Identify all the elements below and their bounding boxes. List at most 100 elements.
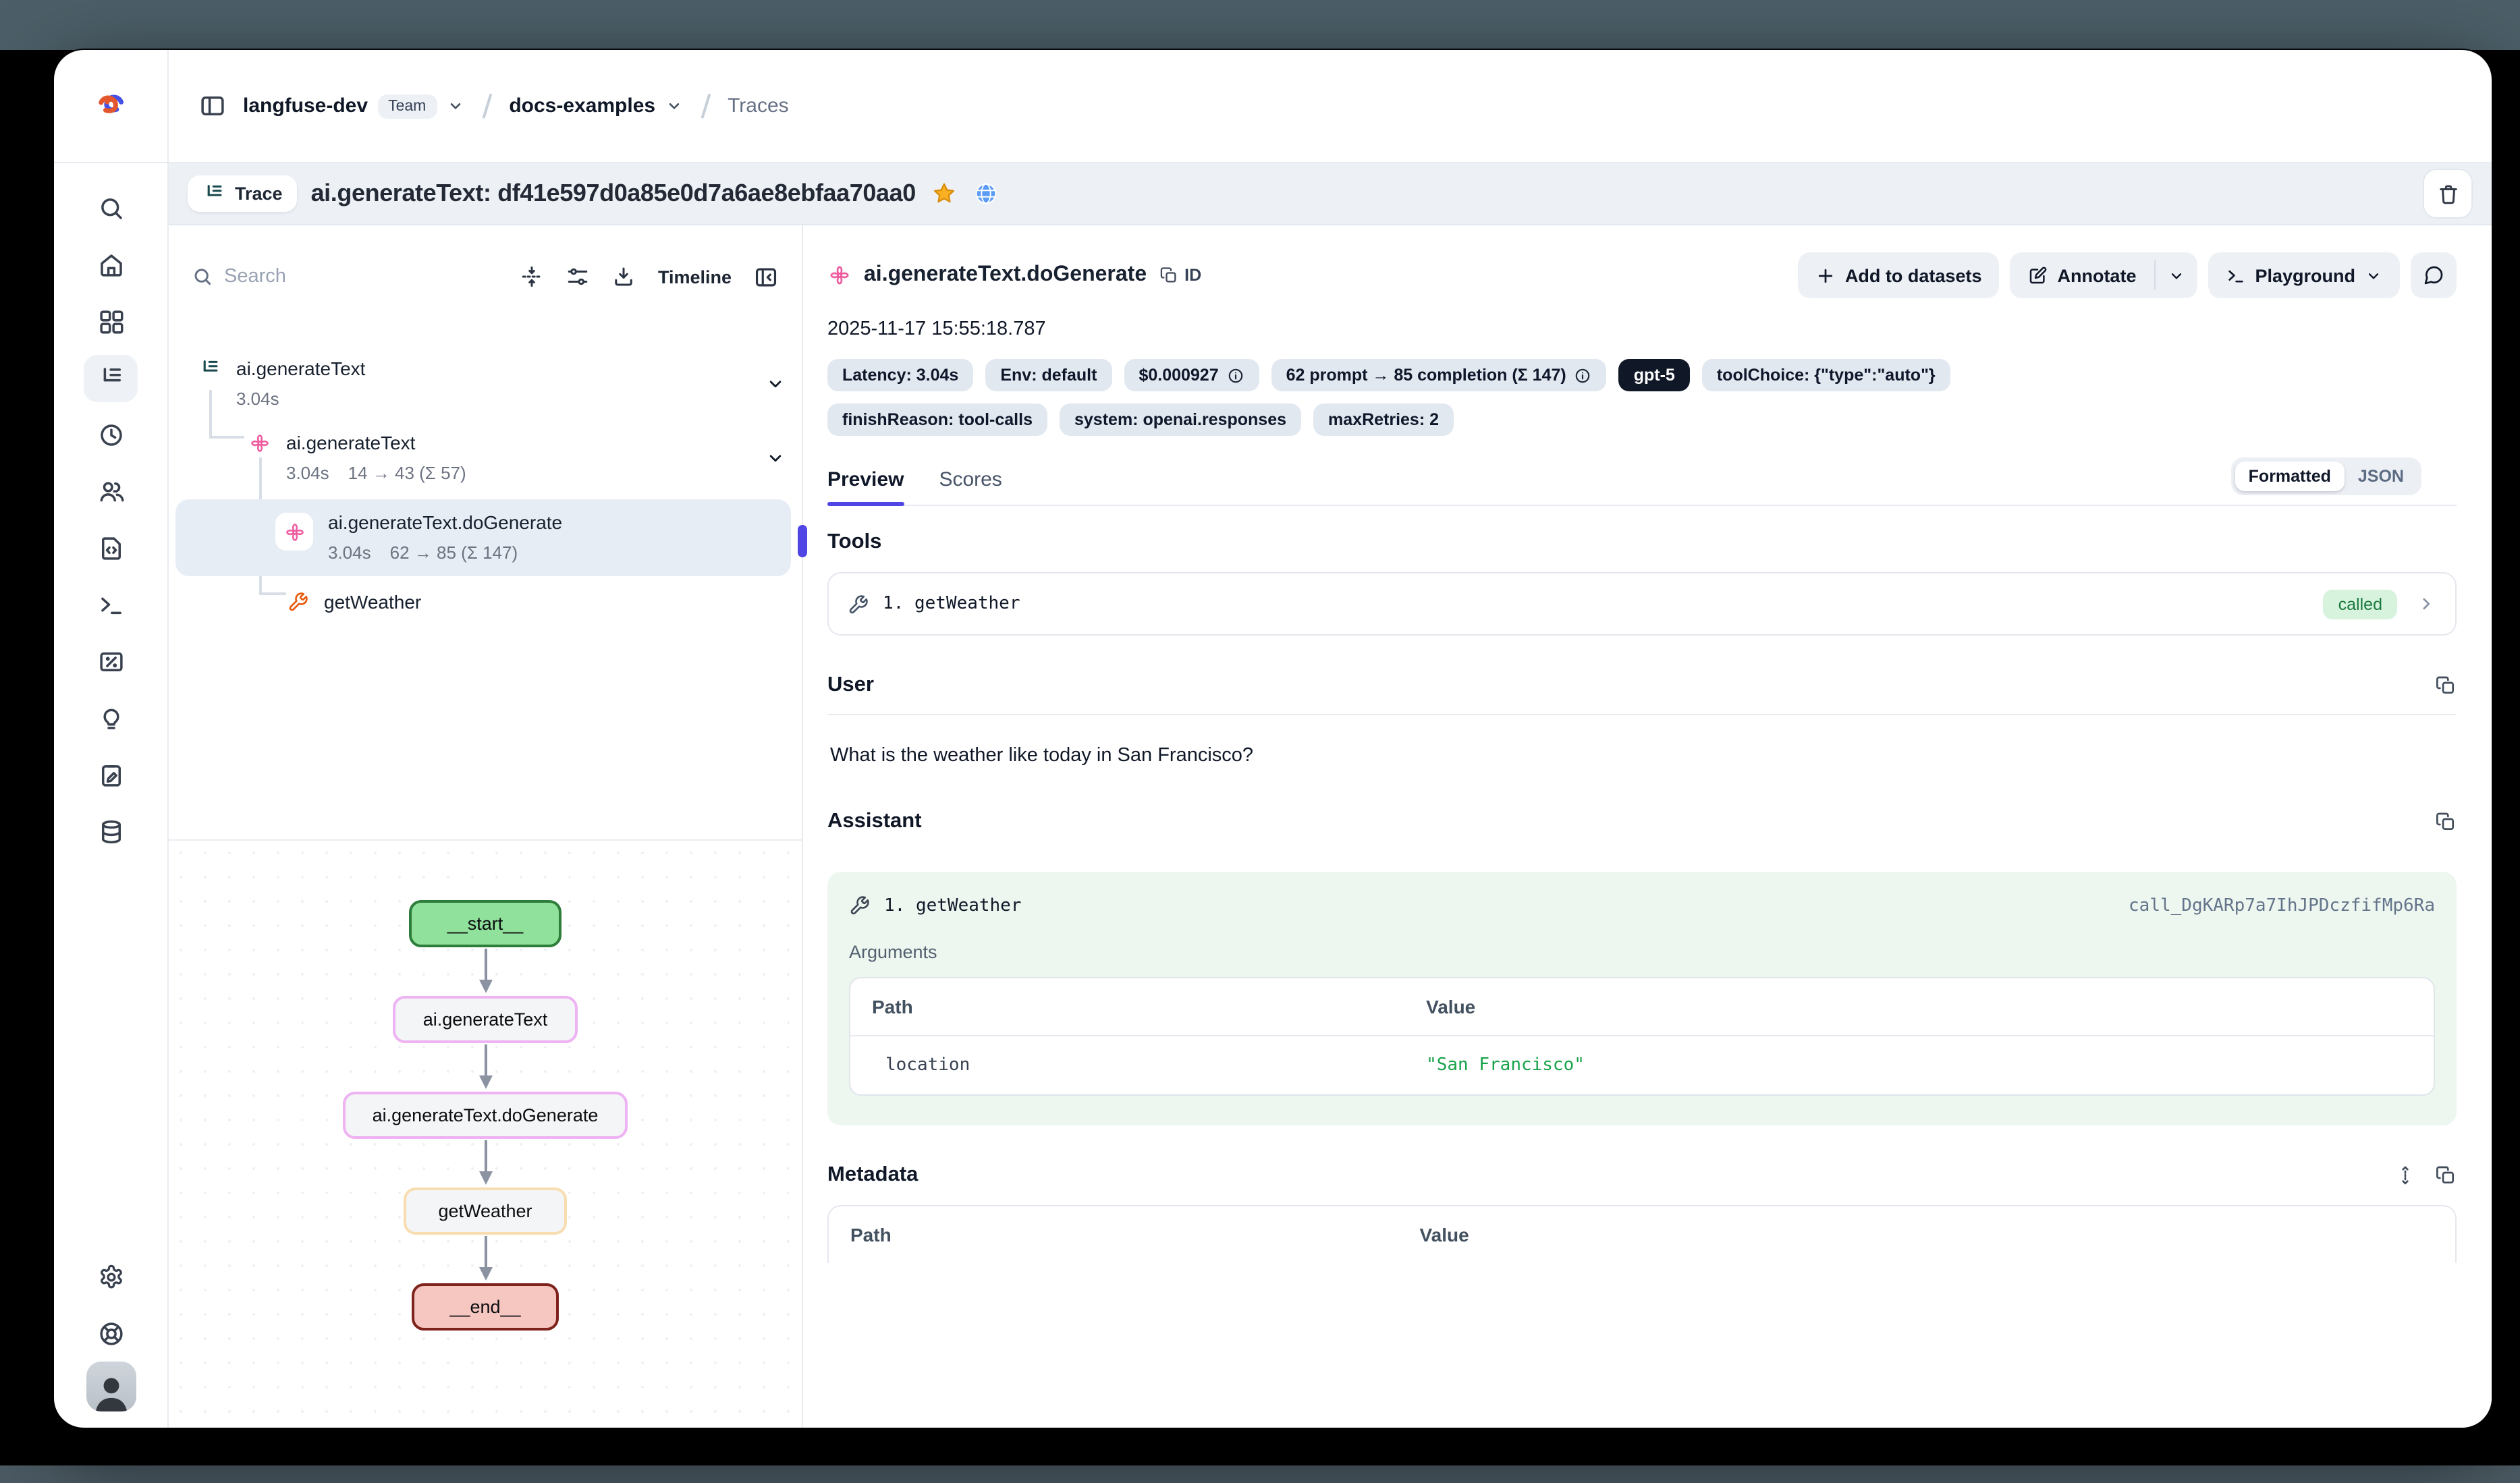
bookmark-star-icon[interactable] (932, 181, 958, 206)
desktop-background-bottom (0, 1465, 2520, 1483)
annotate-dropdown-chevron[interactable] (2155, 252, 2197, 298)
logo-cell (54, 50, 169, 162)
trace-type-badge: Trace (188, 175, 298, 212)
tab-scores[interactable]: Scores (939, 468, 1002, 505)
sidebar-item-support[interactable] (84, 1310, 138, 1357)
dashboards-icon (97, 307, 125, 335)
metadata-section: Metadata Path Value (827, 1163, 2457, 1263)
copy-icon[interactable] (2435, 811, 2457, 833)
json-toggle[interactable]: JSON (2345, 461, 2417, 491)
trace-graph: __start__ ai.generateText ai.generateTex… (169, 841, 802, 1428)
annotate-button[interactable]: Annotate (2010, 252, 2154, 298)
graph-node-generate-text[interactable]: ai.generateText (393, 996, 578, 1043)
sidebar-item-datasets[interactable] (84, 808, 138, 855)
graph-arrow (476, 947, 495, 996)
graph-node-get-weather[interactable]: getWeather (403, 1187, 567, 1235)
graph-node-end[interactable]: __end__ (412, 1283, 558, 1331)
collapse-all-icon[interactable] (520, 264, 545, 289)
annotate-label: Annotate (2057, 265, 2136, 285)
tool-definition-row[interactable]: 1. getWeather called (827, 572, 2457, 636)
arguments-table: Path Value location "San Francisco" (849, 977, 2435, 1096)
panel-resize-handle[interactable] (798, 525, 807, 557)
sidebar-item-prompts[interactable] (84, 524, 138, 571)
tree-row-tool[interactable]: getWeather (169, 580, 802, 629)
chevron-down-icon[interactable] (665, 97, 682, 115)
tab-preview[interactable]: Preview (827, 468, 904, 505)
sidebar-toggle-icon[interactable] (198, 92, 227, 120)
playground-button[interactable]: Playground (2208, 252, 2400, 298)
sidebar-item-settings[interactable] (84, 1253, 138, 1300)
user-role-label: User (827, 673, 874, 698)
traces-icon (97, 364, 125, 392)
sidebar-item-playground[interactable] (84, 581, 138, 628)
copy-id-button[interactable]: ID (1159, 266, 1201, 285)
chevron-down-icon[interactable] (446, 97, 464, 115)
info-icon (1574, 366, 1592, 384)
user-message-content: What is the weather like today in San Fr… (827, 715, 2457, 772)
sidebar-item-sessions[interactable] (84, 411, 138, 458)
expand-icon[interactable] (2394, 1165, 2416, 1186)
sidebar-item-search[interactable] (84, 184, 138, 231)
tree-row-generation-selected[interactable]: ai.generateText.doGenerate 3.04s62 → 85 … (175, 499, 791, 576)
search-input[interactable] (224, 266, 346, 287)
tokens-badge[interactable]: 62 prompt → 85 completion (Σ 147) (1271, 359, 1607, 391)
chevron-down-icon[interactable] (765, 448, 786, 468)
langfuse-logo-icon[interactable] (92, 88, 129, 124)
add-to-datasets-label: Add to datasets (1845, 265, 1982, 285)
graph-node-do-generate[interactable]: ai.generateText.doGenerate (343, 1092, 628, 1139)
assistant-role-label: Assistant (827, 810, 922, 834)
sidebar-item-annotation-queues[interactable] (84, 751, 138, 798)
tree-row-span[interactable]: ai.generateText 3.04s14 → 43 (Σ 57) (169, 421, 802, 495)
user-avatar[interactable] (86, 1362, 136, 1411)
model-badge[interactable]: gpt-5 (1619, 359, 1690, 391)
file-code-icon (97, 534, 125, 562)
copy-icon[interactable] (2435, 675, 2457, 696)
copy-icon[interactable] (2435, 1165, 2457, 1186)
sidebar-item-users[interactable] (84, 468, 138, 515)
observation-tree-panel: Timeline ai.gen (169, 225, 803, 1428)
tree-search[interactable] (192, 266, 499, 287)
chevron-down-icon[interactable] (765, 374, 786, 394)
sidebar-item-llm-judge[interactable] (84, 694, 138, 742)
public-globe-icon[interactable] (974, 181, 999, 206)
desktop-background-top (0, 0, 2520, 50)
download-icon[interactable] (612, 264, 636, 289)
tree-row-tokens: 62 → 85 (Σ 147) (390, 541, 518, 565)
wrench-icon (848, 593, 869, 615)
users-icon (97, 477, 125, 505)
sidebar-item-dashboards[interactable] (84, 298, 138, 345)
table-header-value: Value (1398, 1206, 2456, 1263)
sidebar-item-evaluation[interactable] (84, 638, 138, 685)
tools-heading: Tools (827, 530, 2457, 555)
latency-badge: Latency: 3.04s (827, 359, 973, 391)
breadcrumb-divider (482, 93, 491, 118)
tree-row-trace[interactable]: ai.generateText 3.04s (169, 347, 802, 421)
graph-node-start[interactable]: __start__ (410, 900, 561, 947)
comments-button[interactable] (2411, 252, 2457, 298)
formatted-toggle[interactable]: Formatted (2235, 461, 2345, 491)
chevron-down-icon (2167, 267, 2185, 284)
lightbulb-icon (97, 704, 125, 732)
add-to-datasets-button[interactable]: Add to datasets (1798, 252, 2000, 298)
chevron-right-icon[interactable] (2416, 594, 2436, 614)
observation-detail-panel: ai.generateText.doGenerate ID Add to dat… (803, 225, 2492, 1428)
display-settings-icon[interactable] (566, 264, 591, 289)
graph-arrow (476, 1043, 495, 1092)
detail-tabs: Preview Scores Formatted JSON (827, 457, 2457, 506)
trace-badge-label: Trace (235, 184, 283, 204)
delete-trace-button[interactable] (2423, 169, 2473, 219)
cost-badge[interactable]: $0.000927 (1124, 359, 1259, 391)
breadcrumb-project[interactable]: langfuse-dev Team (243, 94, 464, 118)
tree-row-latency: 3.04s (286, 461, 329, 486)
plus-icon (1815, 265, 1836, 285)
sidebar-item-home[interactable] (84, 241, 138, 288)
timeline-toggle[interactable]: Timeline (658, 267, 732, 287)
table-header-row: Path Value (829, 1206, 2455, 1263)
lifebuoy-icon (97, 1319, 125, 1347)
metadata-table: Path Value (827, 1205, 2457, 1263)
panel-collapse-icon[interactable] (753, 264, 779, 289)
percent-card-icon (97, 647, 125, 675)
sidebar-item-tracing[interactable] (84, 354, 138, 401)
playground-label: Playground (2255, 265, 2355, 285)
breadcrumb-environment[interactable]: docs-examples (509, 94, 682, 117)
